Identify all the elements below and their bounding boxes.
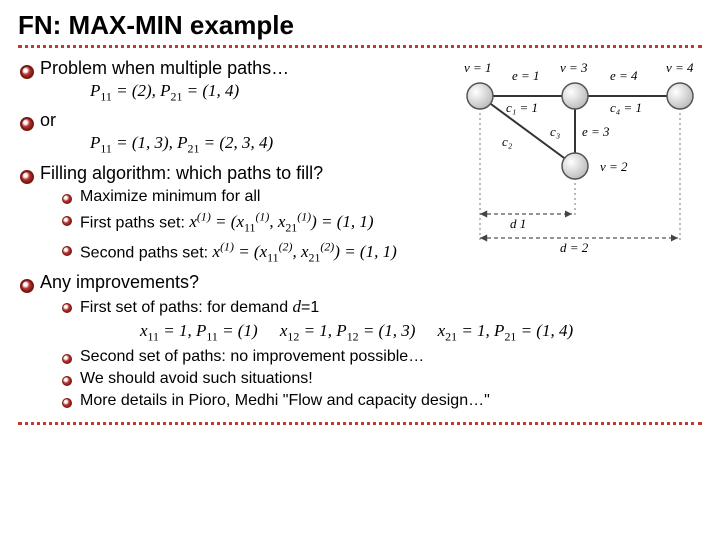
sub-first-paths-pre: First set of paths: for demand <box>80 299 293 316</box>
graph-label-v2: v = 2 <box>600 159 628 174</box>
sub-first-paths-dvar: d <box>293 297 302 316</box>
sub-second-set-pre: Second paths set: <box>80 244 213 261</box>
sub-reference: More details in Pioro, Medhi "Flow and c… <box>80 392 702 410</box>
footer-divider <box>18 422 702 425</box>
sub-first-set-math: x(1) = (x11(1), x21(1)) = (1, 1) <box>189 212 373 231</box>
graph-label-d1: d 1 <box>510 216 526 231</box>
item-or-text: or <box>40 110 56 130</box>
graph-label-c2: c₂ <box>502 134 513 149</box>
network-graph: v = 1 e = 1 v = 3 e = 4 v = 4 c₁ = 1 c₄ … <box>450 56 710 256</box>
sub-second-set-math: x(1) = (x11(2), x21(2)) = (1, 1) <box>213 242 397 261</box>
formula-paths: x11 = 1, P11 = (1) x12 = 1, P12 = (1, 3)… <box>140 321 702 344</box>
sub-second-paths: Second set of paths: no improvement poss… <box>80 348 702 366</box>
graph-label-v4: v = 4 <box>666 60 694 75</box>
graph-label-d2: d = 2 <box>560 240 589 255</box>
title-divider <box>18 45 702 48</box>
sub-avoid: We should avoid such situations! <box>80 370 702 388</box>
graph-label-v1: v = 1 <box>464 60 492 75</box>
graph-label-e1: e = 1 <box>512 68 540 83</box>
improvements-sublist: First set of paths: for demand d=1 x11 =… <box>40 297 702 410</box>
item-improvements: Any improvements? First set of paths: fo… <box>40 272 702 410</box>
graph-label-e3: e = 3 <box>582 124 610 139</box>
item-problem-text: Problem when multiple paths… <box>40 58 289 78</box>
graph-label-v3: v = 3 <box>560 60 588 75</box>
graph-label-c4: c₄ = 1 <box>610 100 642 115</box>
item-filling-text: Filling algorithm: which paths to fill? <box>40 163 323 183</box>
sub-first-set-pre: First paths set: <box>80 214 189 231</box>
sub-first-paths-eq: =1 <box>301 299 319 316</box>
item-improvements-text: Any improvements? <box>40 272 199 292</box>
graph-label-c3: c₃ <box>550 124 560 139</box>
slide-title: FN: MAX-MIN example <box>18 10 702 41</box>
sub-first-paths: First set of paths: for demand d=1 x11 =… <box>80 297 702 344</box>
graph-label-c1: c₁ = 1 <box>506 100 538 115</box>
graph-label-e4: e = 4 <box>610 68 638 83</box>
